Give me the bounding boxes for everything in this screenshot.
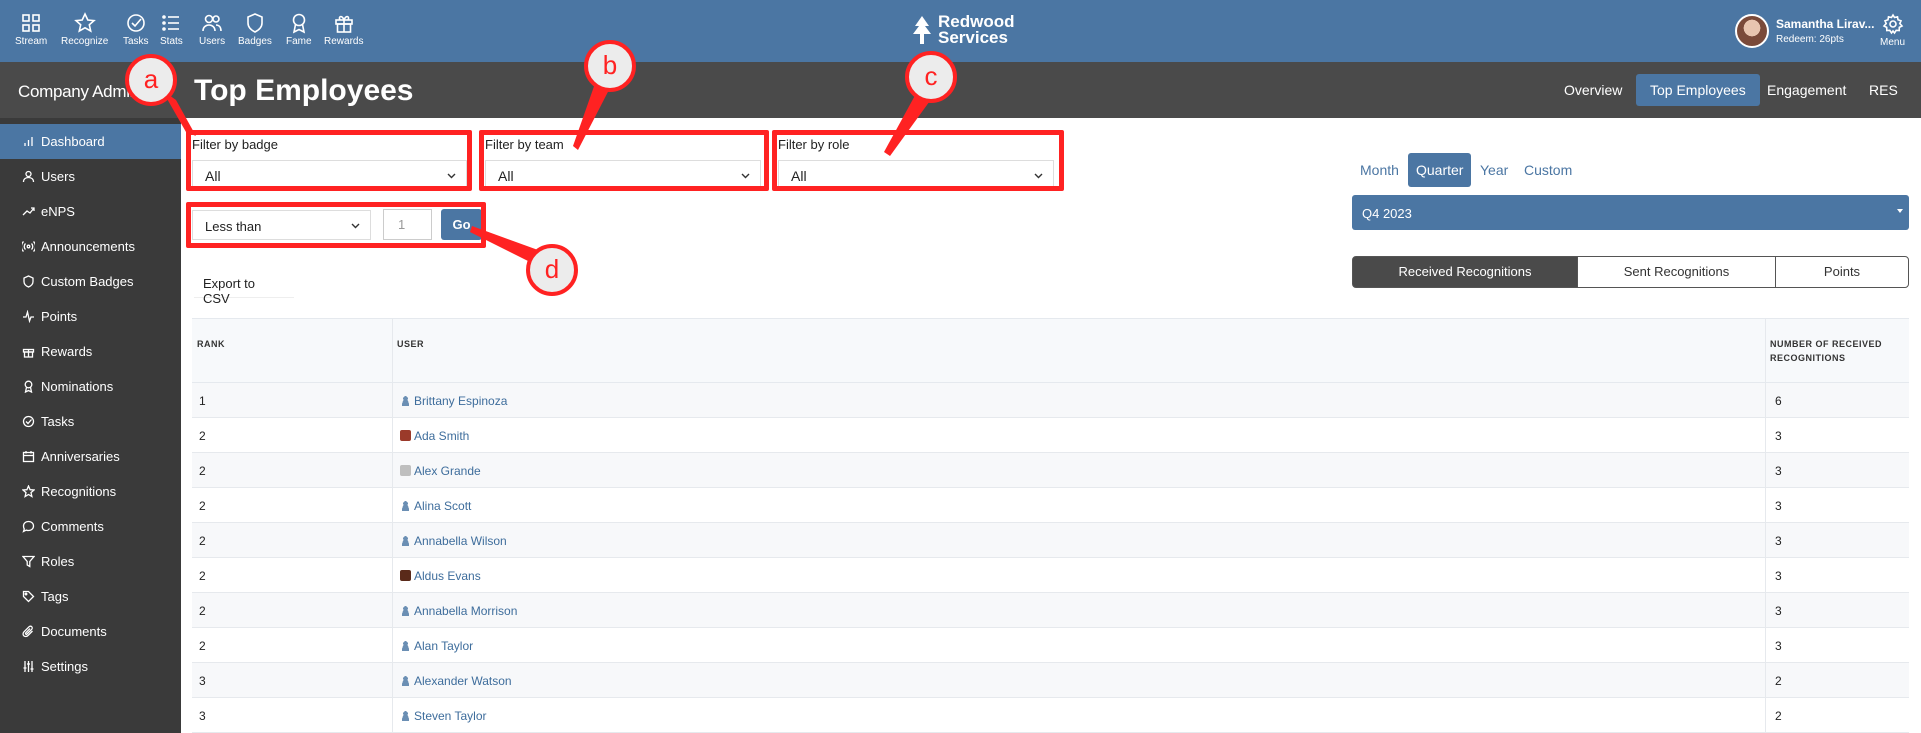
annotation-label-d: d [526,244,578,296]
annotation-label-c: c [905,51,957,103]
annotation-pointers [162,75,932,262]
annotation-label-a: a [125,54,177,106]
annotation-label-b: b [584,40,636,92]
